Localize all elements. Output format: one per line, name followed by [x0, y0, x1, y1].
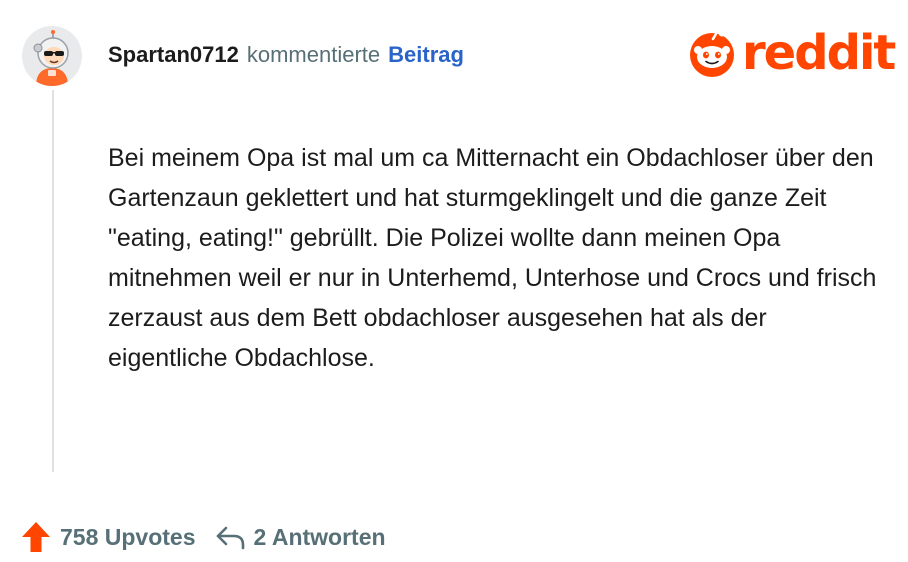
comment-action-text: kommentierte	[246, 42, 381, 67]
reply-arrow-icon	[216, 526, 244, 550]
reddit-snoo-icon	[690, 29, 734, 77]
post-link[interactable]: Beitrag	[388, 42, 464, 68]
reddit-logo: reddit	[686, 25, 896, 81]
upvote-arrow-icon	[22, 522, 50, 552]
upvote-button[interactable]: 758 Upvotes	[20, 520, 196, 554]
username-link[interactable]: Spartan0712	[108, 42, 239, 68]
reply-button[interactable]: 2 Antworten	[214, 523, 386, 551]
comment-footer: 758 Upvotes 2 Antworten	[20, 517, 386, 557]
comment-body: Bei meinem Opa ist mal um ca Mitternacht…	[108, 144, 877, 372]
reddit-wordmark: reddit	[742, 25, 896, 81]
avatar[interactable]	[22, 26, 82, 86]
upvote-count: 758 Upvotes	[60, 523, 196, 550]
astronaut-avatar-icon	[22, 26, 82, 86]
comment-header: Spartan0712 kommentierte Beitrag	[108, 40, 464, 70]
thread-line[interactable]	[52, 90, 54, 472]
reply-count: 2 Antworten	[253, 523, 386, 550]
